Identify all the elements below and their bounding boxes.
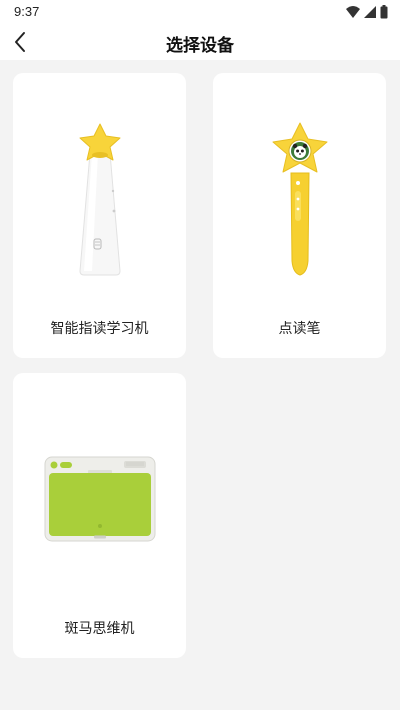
device-card-smart-reading-machine[interactable]: 智能指读学习机 <box>13 73 186 358</box>
device-label: 点读笔 <box>278 321 321 337</box>
smart-reading-machine-image <box>13 121 186 281</box>
status-time: 9:37 <box>14 4 40 19</box>
wifi-icon <box>346 6 360 18</box>
cellular-signal-icon <box>364 6 376 18</box>
device-card-reading-pen[interactable]: 点读笔 <box>213 73 386 358</box>
status-bar: 9:37 <box>0 0 400 24</box>
device-label: 智能指读学习机 <box>50 321 149 337</box>
status-icons <box>346 4 388 20</box>
page-title: 选择设备 <box>166 36 234 56</box>
reading-pen-image <box>213 121 386 281</box>
zebra-thinking-machine-image <box>13 456 186 542</box>
app-header: 选择设备 <box>0 24 400 60</box>
device-label: 斑马思维机 <box>64 621 135 637</box>
battery-icon <box>380 5 388 19</box>
device-card-zebra-thinking-machine[interactable]: 斑马思维机 <box>13 373 186 658</box>
